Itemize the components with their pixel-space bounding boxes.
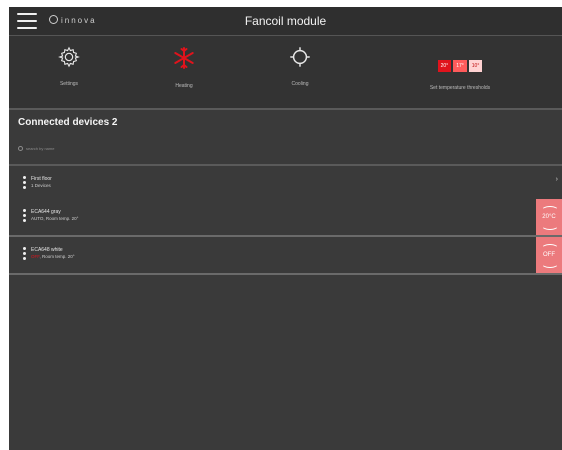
snowflake-icon [174,47,194,69]
device-room-temp: , Room temp. 20° [43,216,79,221]
threshold-mid: 17° [453,60,467,72]
sun-icon [290,47,310,67]
gear-icon [58,46,80,68]
cooling-label: Cooling [291,81,309,87]
power-tile[interactable]: OFF [536,237,562,273]
top-bar: innova Fancoil module [9,7,562,36]
device-row-eca644[interactable]: ECA644 gray AUTO, Room temp. 20° 20°C [9,199,562,237]
connected-devices-title: Connected devices 2 [18,117,118,128]
device-mode: AUTO [31,216,44,221]
group-name: First floor [31,176,52,182]
device-row-eca648[interactable]: ECA648 white OFF, Room temp. 20° OFF [9,237,562,275]
settings-button[interactable]: Settings [9,46,129,87]
threshold-high: 20° [437,60,452,72]
mode-bar: Settings Heating Cooling 20° 17° 10° Set… [9,36,562,110]
cooling-button[interactable]: Cooling [240,46,360,87]
device-status: OFF, Room temp. 20° [31,254,75,259]
drag-handle-icon[interactable] [23,176,26,191]
device-status: AUTO, Room temp. 20° [31,216,79,221]
thresholds-button[interactable]: 20° 17° 10° Set temperature thresholds [399,46,521,91]
thresholds-label: Set temperature thresholds [429,85,491,91]
drag-handle-icon[interactable] [23,209,26,224]
device-mode: OFF [31,254,40,259]
temperature-tile[interactable]: 20°C [536,199,562,235]
app-frame: innova Fancoil module Settings Heating C… [9,7,562,450]
drag-handle-icon[interactable] [23,247,26,262]
page-title: Fancoil module [244,14,327,28]
device-name: ECA644 gray [31,209,61,215]
heating-label: Heating [175,83,193,89]
settings-label: Settings [59,81,79,87]
heating-button[interactable]: Heating [124,46,244,89]
search-input[interactable]: search by name [18,146,218,156]
threshold-low: 10° [468,60,483,72]
search-placeholder: search by name [26,146,55,151]
threshold-values: 20° 17° 10° [399,60,521,72]
chevron-right-icon: › [555,176,558,183]
search-icon [18,146,23,152]
group-count: 1 Devices [31,183,51,188]
device-name: ECA648 white [31,247,63,253]
device-room-temp: , Room temp. 20° [39,254,75,259]
